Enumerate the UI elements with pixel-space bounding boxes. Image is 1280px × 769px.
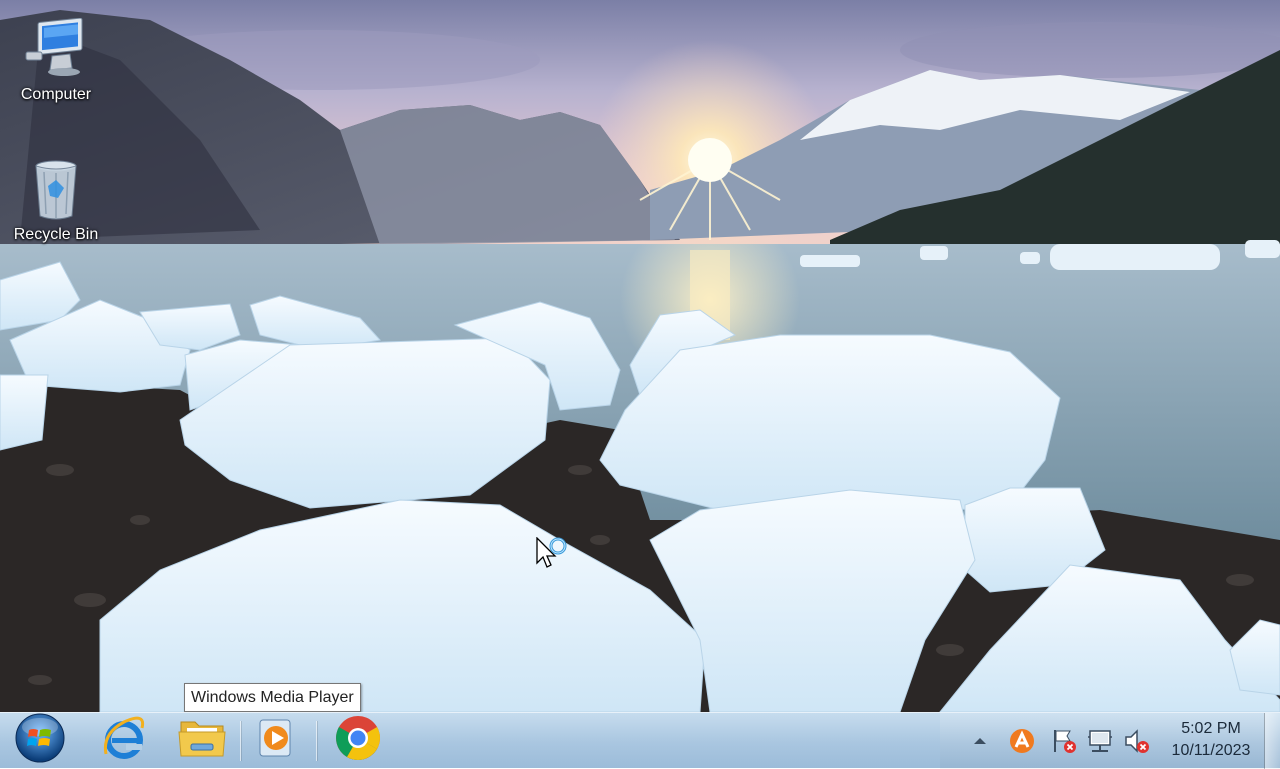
show-hidden-icons-button[interactable] bbox=[966, 727, 994, 755]
internet-explorer-icon bbox=[100, 714, 148, 767]
recycle-bin-icon bbox=[24, 158, 88, 222]
taskbar-tooltip: Windows Media Player bbox=[184, 683, 361, 712]
desktop-wallpaper[interactable] bbox=[0, 0, 1280, 712]
taskbar-file-explorer[interactable] bbox=[174, 715, 230, 765]
taskbar-clock[interactable]: 5:02 PM 10/11/2023 bbox=[1158, 718, 1264, 762]
avast-icon[interactable] bbox=[1008, 727, 1036, 755]
network-icon[interactable] bbox=[1086, 727, 1114, 755]
desktop-icon-label: Recycle Bin bbox=[13, 226, 99, 243]
folder-icon bbox=[177, 714, 227, 767]
show-desktop-button[interactable] bbox=[1264, 713, 1280, 769]
start-button[interactable] bbox=[12, 713, 68, 765]
computer-icon bbox=[24, 17, 88, 82]
mouse-cursor-busy-icon bbox=[536, 536, 568, 582]
desktop-icon-label: Computer bbox=[20, 86, 92, 103]
taskbar-windows-media-player[interactable] bbox=[248, 715, 304, 765]
taskbar-google-chrome[interactable] bbox=[330, 715, 386, 765]
wallpaper-landscape bbox=[0, 0, 1280, 712]
volume-muted-icon[interactable] bbox=[1122, 727, 1150, 755]
taskbar: 5:02 PM 10/11/2023 bbox=[0, 712, 1280, 769]
taskbar-separator bbox=[240, 721, 241, 761]
desktop-icon-computer[interactable]: Computer bbox=[6, 17, 106, 104]
chrome-icon bbox=[334, 714, 382, 767]
clock-date: 10/11/2023 bbox=[1171, 742, 1251, 759]
taskbar-internet-explorer[interactable] bbox=[96, 715, 152, 765]
action-center-flag-icon[interactable] bbox=[1050, 727, 1078, 755]
media-player-icon bbox=[254, 716, 298, 765]
chevron-up-icon bbox=[974, 738, 986, 744]
windows-start-icon bbox=[14, 712, 66, 769]
taskbar-separator bbox=[316, 721, 317, 761]
clock-time: 5:02 PM bbox=[1181, 720, 1241, 737]
desktop-icon-recycle-bin[interactable]: Recycle Bin bbox=[6, 158, 106, 244]
